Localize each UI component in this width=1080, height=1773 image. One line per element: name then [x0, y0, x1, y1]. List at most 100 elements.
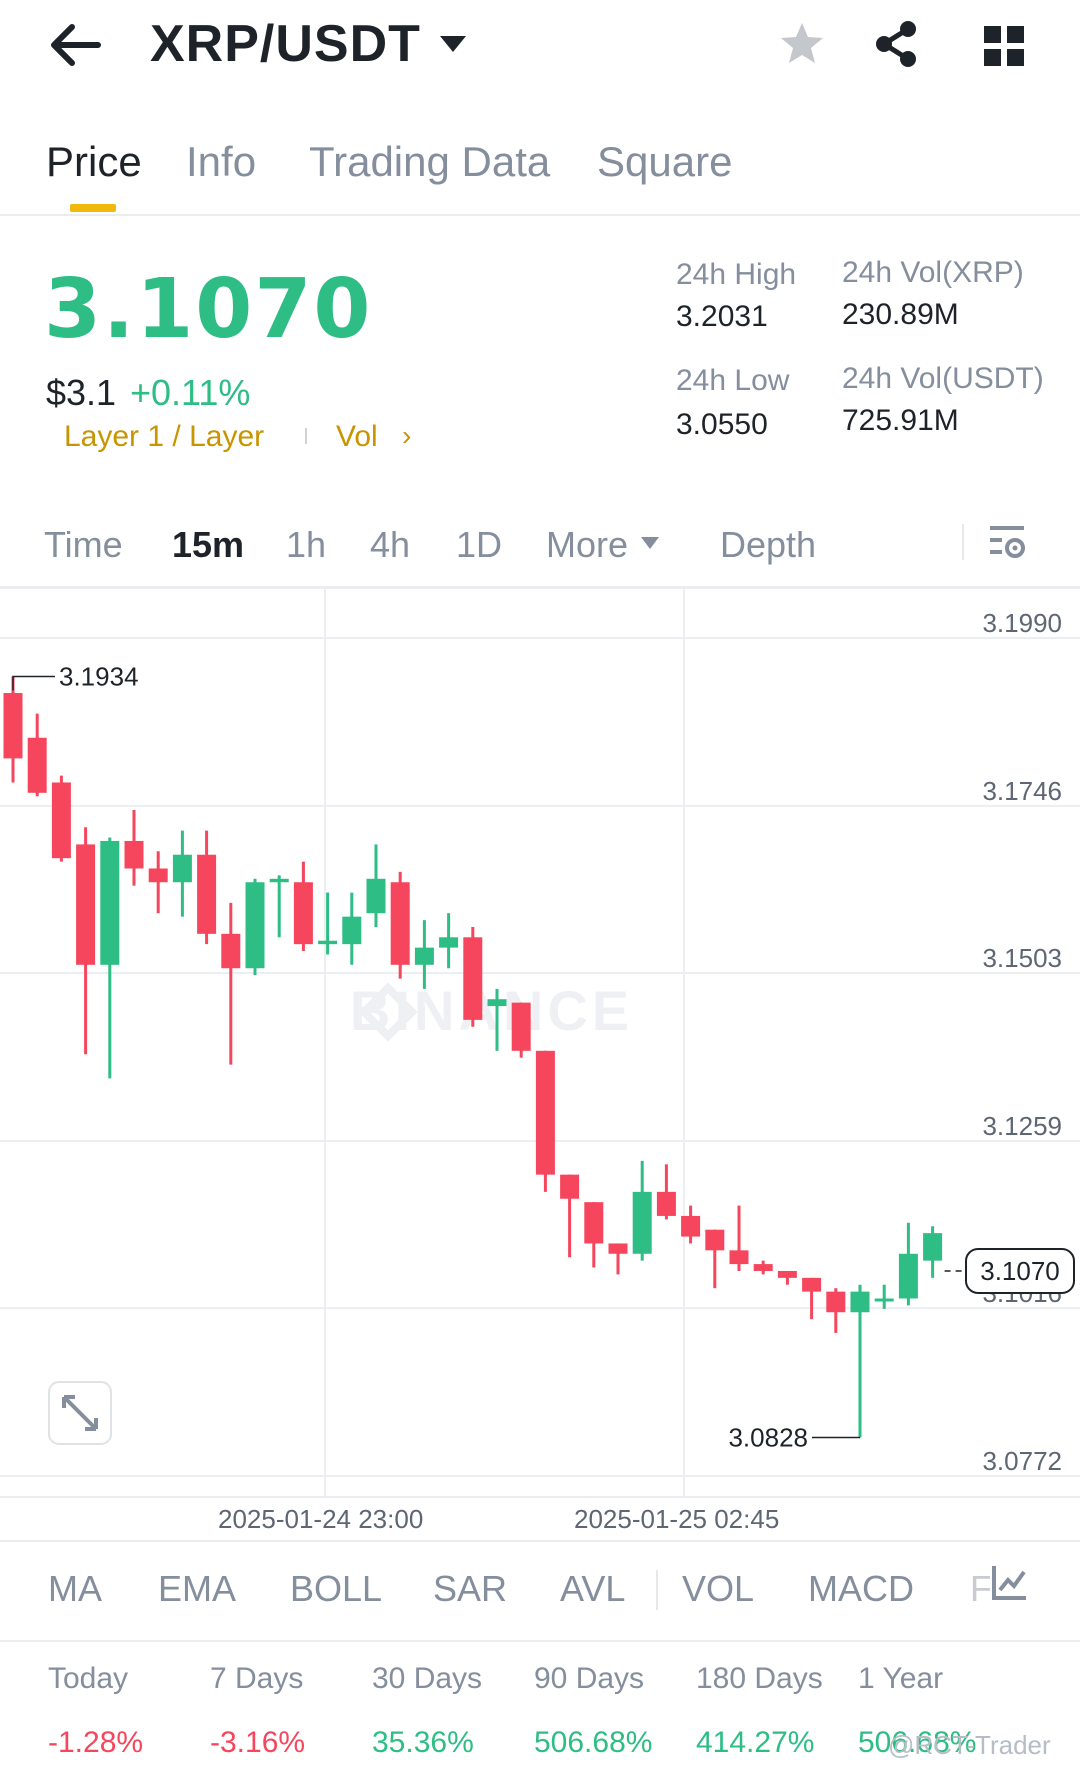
candle-body: [608, 1243, 628, 1254]
indicator-vol[interactable]: VOL: [682, 1568, 754, 1610]
grid-icon[interactable]: [984, 26, 1024, 66]
candle-body: [366, 878, 386, 914]
candle-body: [269, 878, 289, 883]
indicator-divider: [656, 1570, 658, 1610]
interval-15m[interactable]: 15m: [172, 524, 244, 566]
candle-body: [100, 840, 120, 965]
tab-square[interactable]: Square: [597, 138, 732, 186]
low-value: 3.0550: [676, 408, 768, 441]
vol-usdt-value: 725.91M: [842, 404, 959, 437]
y-axis: 3.19903.17463.15033.12593.10163.0772: [982, 608, 1062, 1476]
caret-down-icon[interactable]: [438, 34, 468, 54]
tab-info[interactable]: Info: [186, 138, 256, 186]
indicator-ema[interactable]: EMA: [158, 1568, 236, 1610]
candle-body: [802, 1277, 822, 1292]
perf-value: 506.68%: [534, 1726, 653, 1759]
y-tick-label: 3.0772: [982, 1446, 1062, 1476]
candle: [463, 926, 483, 1027]
candle: [221, 902, 241, 1065]
chevron-right-icon[interactable]: ›: [402, 420, 411, 452]
candle-body: [656, 1191, 676, 1216]
candle: [560, 1174, 580, 1258]
y-tick-label: 3.1990: [982, 608, 1062, 638]
candle-body: [729, 1250, 749, 1265]
candle: [850, 1284, 870, 1438]
fullscreen-button[interactable]: [48, 1381, 112, 1445]
low-annotation: 3.0828: [728, 1422, 808, 1452]
perf-label: 1 Year: [858, 1662, 944, 1695]
category-tag[interactable]: Layer 1 / Layer: [64, 420, 264, 454]
candle-body: [318, 940, 338, 945]
candle: [898, 1222, 918, 1306]
indicator-macd[interactable]: MACD: [808, 1568, 914, 1610]
vol-xrp-label: 24h Vol(XRP): [842, 256, 1024, 289]
caret-down-icon[interactable]: [640, 536, 660, 550]
candle-body: [487, 999, 507, 1007]
vol-tag[interactable]: Vol: [336, 420, 378, 454]
indicator-settings-icon[interactable]: [990, 1564, 1028, 1602]
candle-body: [584, 1202, 604, 1244]
perf-label: 30 Days: [372, 1662, 483, 1695]
candle: [632, 1160, 652, 1261]
last-price-label: 3.1070: [980, 1256, 1060, 1286]
perf-value: 35.36%: [372, 1726, 474, 1759]
interval-time[interactable]: Time: [44, 524, 123, 566]
indicator-boll[interactable]: BOLL: [290, 1568, 382, 1610]
interval-depth[interactable]: Depth: [720, 524, 816, 566]
perf-label: 180 Days: [696, 1662, 823, 1695]
interval-4h[interactable]: 4h: [370, 524, 410, 566]
perf-value: 414.27%: [696, 1726, 815, 1759]
candle-body: [923, 1233, 943, 1261]
candle-body: [221, 933, 241, 969]
chart-settings-icon[interactable]: [988, 522, 1028, 562]
candle: [366, 844, 386, 927]
perf-label: 7 Days: [210, 1662, 304, 1695]
candle-body: [850, 1291, 870, 1313]
candle-body: [390, 882, 410, 965]
interval-more[interactable]: More: [546, 524, 628, 566]
arrow-left-icon[interactable]: [48, 22, 102, 68]
candle: [172, 830, 192, 917]
candle-body: [874, 1298, 894, 1302]
high-annotation: 3.1934: [59, 662, 139, 692]
usd-price: $3.1: [46, 372, 117, 413]
perf-label: 90 Days: [534, 1662, 645, 1695]
candle: [608, 1243, 628, 1275]
tab-trading-data[interactable]: Trading Data: [309, 138, 550, 186]
candle: [729, 1205, 749, 1271]
pair-title[interactable]: XRP/USDT: [150, 14, 421, 74]
active-tab-indicator: [70, 204, 116, 212]
candles: [3, 676, 943, 1438]
candle-body: [777, 1270, 797, 1278]
candle: [656, 1164, 676, 1220]
candle: [342, 892, 362, 965]
indicator-avl[interactable]: AVL: [560, 1568, 625, 1610]
star-icon[interactable]: [778, 20, 826, 68]
candle-body: [439, 937, 459, 948]
candle-body: [632, 1191, 652, 1254]
candle: [753, 1260, 773, 1275]
candle-body: [560, 1174, 580, 1199]
candle-body: [293, 882, 313, 945]
candle-body: [535, 1050, 555, 1175]
candle: [197, 830, 217, 945]
high-label: 24h High: [676, 258, 797, 291]
candlestick-chart[interactable]: BINANCE 3.19903.17463.15033.12593.10163.…: [0, 588, 1080, 1496]
candle: [293, 861, 313, 952]
indicator-ma[interactable]: MA: [48, 1568, 102, 1610]
candle: [511, 1002, 531, 1058]
tab-bar: Price Info Trading Data Square: [0, 120, 1080, 216]
candle: [923, 1226, 943, 1278]
candle-body: [826, 1291, 846, 1313]
candle-body: [705, 1229, 725, 1251]
y-tick-label: 3.1259: [982, 1111, 1062, 1141]
indicator-sar[interactable]: SAR: [433, 1568, 507, 1610]
tab-price[interactable]: Price: [46, 138, 142, 186]
last-price: 3.1070: [44, 262, 373, 357]
interval-1d[interactable]: 1D: [456, 524, 502, 566]
interval-1h[interactable]: 1h: [286, 524, 326, 566]
perf-label: Today: [48, 1662, 129, 1695]
x-tick-label: 2025-01-24 23:00: [218, 1504, 424, 1534]
perf-value: -1.28%: [48, 1726, 144, 1759]
share-icon[interactable]: [874, 20, 918, 68]
